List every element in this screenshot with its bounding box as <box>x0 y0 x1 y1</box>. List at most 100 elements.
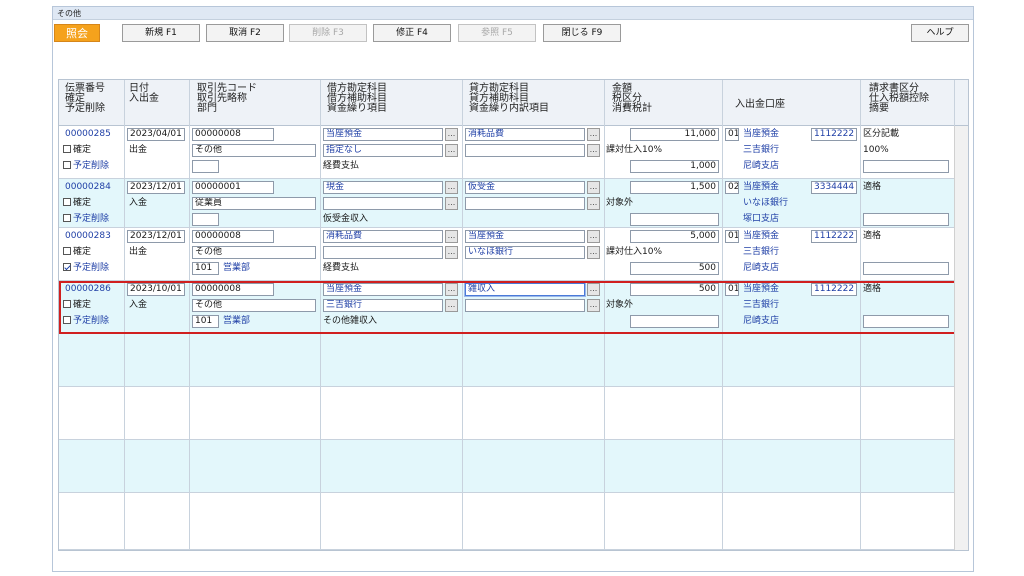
grid-header: 伝票番号 確定 予定削除 日付 入出金 取引先コード 取引先略称 部門 借方勘定… <box>59 80 968 126</box>
partner-code-field[interactable]: 00000001 <box>192 181 274 194</box>
debit-sub-field[interactable] <box>323 197 443 210</box>
memo-field[interactable] <box>863 262 949 275</box>
memo-field[interactable] <box>863 160 949 173</box>
account-type: 当座預金 <box>743 182 780 192</box>
refer-button[interactable]: 参照 F5 <box>458 24 536 42</box>
dept-code-field[interactable]: 101 <box>192 262 219 275</box>
dept-code-field[interactable] <box>192 213 219 226</box>
checkbox-icon <box>63 145 71 153</box>
inout-type: 出金 <box>129 247 148 257</box>
lookup-icon[interactable]: ... <box>587 181 600 194</box>
voucher-number[interactable]: 00000285 <box>65 128 111 141</box>
confirm-checkbox[interactable]: 確定 <box>63 246 91 259</box>
partner-code-field[interactable]: 00000008 <box>192 230 274 243</box>
tax-category: 課対仕入10% <box>606 247 663 257</box>
scheduled-delete-checkbox[interactable]: 予定削除 <box>63 213 109 226</box>
lookup-icon[interactable]: ... <box>587 230 600 243</box>
close-button[interactable]: 閉じる F9 <box>543 24 621 42</box>
partner-name-field[interactable]: その他 <box>192 246 316 259</box>
lookup-icon[interactable]: ... <box>587 246 600 259</box>
lookup-icon[interactable]: ... <box>445 246 458 259</box>
date-field[interactable]: 2023/12/01 <box>127 230 185 243</box>
debit-account-field[interactable]: 当座預金 <box>323 128 443 141</box>
checkbox-icon <box>63 198 71 206</box>
dept-code-field[interactable] <box>192 160 219 173</box>
cancel-button[interactable]: 取消 F2 <box>206 24 284 42</box>
credit-account-field[interactable]: 消耗品費 <box>465 128 585 141</box>
deduction-rate: 100% <box>863 145 889 155</box>
credit-sub-field[interactable]: いなほ銀行 <box>465 246 585 259</box>
lookup-icon[interactable]: ... <box>445 197 458 210</box>
toolbar: 照会 新規 F1 取消 F2 削除 F3 修正 F4 参照 F5 閉じる F9 … <box>53 23 973 45</box>
memo-field[interactable] <box>863 213 949 226</box>
lookup-icon[interactable]: ... <box>587 144 600 157</box>
account-no-field[interactable]: 01 <box>725 230 739 243</box>
table-row[interactable]: 00000284 確定 予定削除 2023/12/01 入金 00000001 … <box>59 179 968 228</box>
branch-name: 塚口支店 <box>743 214 780 224</box>
lookup-icon[interactable]: ... <box>587 128 600 141</box>
invoice-category: 適格 <box>863 182 882 192</box>
account-number-field[interactable]: 3334444 <box>811 181 857 194</box>
confirm-checkbox[interactable]: 確定 <box>63 144 91 157</box>
partner-name-field[interactable]: その他 <box>192 144 316 157</box>
tax-amount-field[interactable]: 500 <box>630 262 719 275</box>
account-number-field[interactable]: 1112222 <box>811 128 857 141</box>
lookup-icon[interactable]: ... <box>445 230 458 243</box>
debit-sub-field[interactable]: 指定なし <box>323 144 443 157</box>
scheduled-delete-checkbox[interactable]: 予定削除 <box>63 160 109 173</box>
account-number-field[interactable]: 1112222 <box>811 230 857 243</box>
debit-account-field[interactable]: 現金 <box>323 181 443 194</box>
lookup-icon[interactable]: ... <box>445 128 458 141</box>
inout-type: 出金 <box>129 145 148 155</box>
table-row[interactable]: 00000285 確定 予定削除 2023/04/01 出金 00000008 … <box>59 126 968 179</box>
invoice-category: 適格 <box>863 231 882 241</box>
header-invoice: 請求書区分 仕入税額控除 摘要 <box>869 83 929 114</box>
account-no-field[interactable]: 02 <box>725 181 739 194</box>
empty-row <box>59 440 968 493</box>
partner-code-field[interactable]: 00000008 <box>192 128 274 141</box>
credit-sub-field[interactable] <box>465 144 585 157</box>
header-amount: 金額 税区分 消費税計 <box>612 83 652 114</box>
lookup-icon[interactable]: ... <box>445 144 458 157</box>
credit-account-field[interactable]: 当座預金 <box>465 230 585 243</box>
vertical-scrollbar[interactable] <box>954 126 968 550</box>
lookup-icon[interactable]: ... <box>445 181 458 194</box>
scheduled-delete-checkbox[interactable]: 予定削除 <box>63 262 109 275</box>
amount-field[interactable]: 11,000 <box>630 128 719 141</box>
date-field[interactable]: 2023/04/01 <box>127 128 185 141</box>
empty-row <box>59 493 968 550</box>
date-field[interactable]: 2023/12/01 <box>127 181 185 194</box>
invoice-category: 区分記載 <box>863 129 900 139</box>
account-type: 当座預金 <box>743 231 780 241</box>
help-button[interactable]: ヘルプ <box>911 24 969 42</box>
header-voucher: 伝票番号 確定 予定削除 <box>65 83 105 114</box>
amount-field[interactable]: 1,500 <box>630 181 719 194</box>
bank-name: 三吉銀行 <box>743 145 780 155</box>
debit-sub-field[interactable] <box>323 246 443 259</box>
voucher-grid: 伝票番号 確定 予定削除 日付 入出金 取引先コード 取引先略称 部門 借方勘定… <box>58 79 969 551</box>
new-button[interactable]: 新規 F1 <box>122 24 200 42</box>
branch-name: 尼崎支店 <box>743 161 780 171</box>
amount-field[interactable]: 5,000 <box>630 230 719 243</box>
empty-row <box>59 387 968 440</box>
confirm-checkbox[interactable]: 確定 <box>63 197 91 210</box>
header-account: 入出金口座 <box>735 99 785 110</box>
tax-amount-field[interactable]: 1,000 <box>630 160 719 173</box>
credit-account-field[interactable]: 仮受金 <box>465 181 585 194</box>
checkbox-icon <box>63 214 71 222</box>
checkbox-icon <box>63 161 71 169</box>
voucher-number[interactable]: 00000283 <box>65 230 111 243</box>
partner-name-field[interactable]: 従業員 <box>192 197 316 210</box>
edit-button[interactable]: 修正 F4 <box>373 24 451 42</box>
debit-account-field[interactable]: 消耗品費 <box>323 230 443 243</box>
delete-button[interactable]: 削除 F3 <box>289 24 367 42</box>
tax-category: 課対仕入10% <box>606 145 663 155</box>
account-no-field[interactable]: 01 <box>725 128 739 141</box>
table-row[interactable]: 00000283 確定 予定削除 2023/12/01 出金 00000008 … <box>59 228 968 281</box>
window-title: その他 <box>53 7 973 20</box>
main-window: その他 照会 新規 F1 取消 F2 削除 F3 修正 F4 参照 F5 閉じる… <box>52 6 974 572</box>
tax-amount-field[interactable] <box>630 213 719 226</box>
credit-sub-field[interactable] <box>465 197 585 210</box>
voucher-number[interactable]: 00000284 <box>65 181 111 194</box>
lookup-icon[interactable]: ... <box>587 197 600 210</box>
